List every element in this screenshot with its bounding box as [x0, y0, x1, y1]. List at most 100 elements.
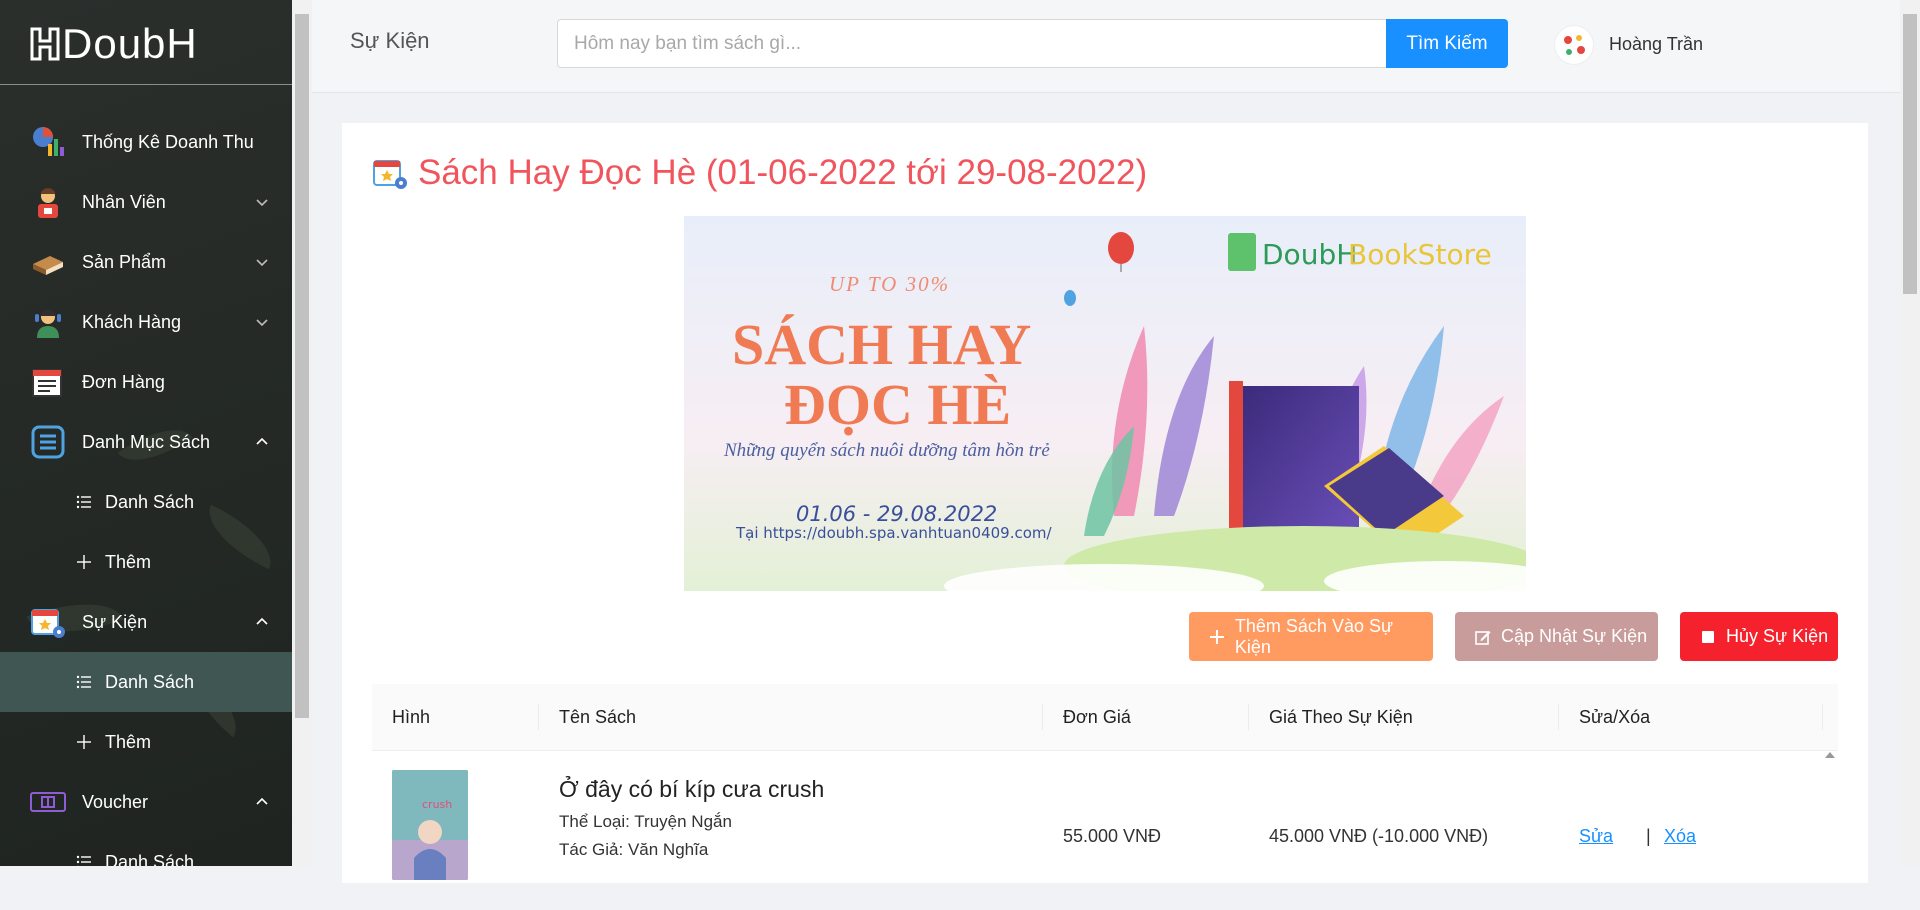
book-genre: Thể Loại: Truyện Ngắn: [559, 812, 732, 832]
add-book-to-event-label: Thêm Sách Vào Sự Kiện: [1235, 616, 1433, 658]
calendar-event-icon: [372, 155, 408, 191]
column-divider: [1558, 704, 1559, 730]
sidebar-subitem-label: Danh Sách: [105, 672, 194, 693]
cancel-event-label: Hủy Sự Kiện: [1726, 626, 1828, 647]
customer-icon: [30, 304, 66, 340]
banner-store-name-b: BookStore: [1348, 238, 1492, 271]
logo-h-icon: [30, 25, 60, 63]
table-scroll-up-icon[interactable]: [1824, 750, 1836, 760]
link-separator: |: [1646, 826, 1651, 847]
user-avatar[interactable]: [1555, 26, 1593, 64]
banner-headline-2: ĐỌC HÈ: [784, 372, 1011, 437]
column-divider: [1042, 704, 1043, 730]
chevron-up-icon: [256, 616, 268, 628]
sidebar-item-label: Sự Kiện: [82, 612, 147, 633]
books-table-header: Hình Tên Sách Đơn Giá Giá Theo Sự Kiện S…: [372, 684, 1838, 751]
sidebar-subitem-label: Thêm: [105, 552, 151, 573]
plus-icon: [1209, 629, 1225, 645]
list-bullets-icon: [76, 854, 92, 866]
brand-logo[interactable]: DoubH: [30, 20, 198, 68]
sidebar-subitem-voucher-list[interactable]: Danh Sách: [0, 832, 292, 866]
sidebar: DoubH Thống Kê Doanh Thu Nhân Viên Sản P…: [0, 0, 292, 866]
event-title: Sách Hay Đọc Hè (01-06-2022 tới 29-08-20…: [418, 153, 1147, 193]
banner-url-line: Tại https://doubh.spa.vanhtuan0409.com/: [735, 524, 1053, 542]
main-scrollbar[interactable]: [1900, 0, 1920, 866]
column-header-price[interactable]: Đơn Giá: [1063, 684, 1131, 750]
sidebar-item-label: Sản Phẩm: [82, 252, 166, 273]
event-banner-image: DoubH BookStore UP TO 30% SÁCH HAY ĐỌC H…: [684, 216, 1526, 591]
sidebar-item-voucher[interactable]: Voucher: [0, 772, 292, 832]
voucher-icon: [30, 784, 66, 820]
cancel-event-button[interactable]: Hủy Sự Kiện: [1680, 612, 1838, 661]
books-icon: [30, 244, 66, 280]
column-divider: [1248, 704, 1249, 730]
employee-icon: [30, 184, 66, 220]
update-event-button[interactable]: Cập Nhật Sự Kiện: [1455, 612, 1658, 661]
update-event-label: Cập Nhật Sự Kiện: [1501, 626, 1647, 647]
column-header-edit-delete[interactable]: Sửa/Xóa: [1579, 684, 1650, 750]
edit-icon: [1475, 629, 1491, 645]
sidebar-item-label: Đơn Hàng: [82, 372, 165, 393]
banner-store-name-a: DoubH: [1262, 238, 1357, 271]
chevron-down-icon: [256, 256, 268, 268]
sidebar-item-book-categories[interactable]: Danh Mục Sách: [0, 412, 292, 472]
top-header: Sự Kiện Tìm Kiếm Hoàng Trần: [312, 0, 1900, 93]
sidebar-item-label: Thống Kê Doanh Thu: [82, 132, 254, 153]
sidebar-item-label: Nhân Viên: [82, 192, 166, 213]
chevron-up-icon: [256, 436, 268, 448]
chevron-up-icon: [256, 796, 268, 808]
list-icon: [30, 424, 66, 460]
orders-icon: [30, 364, 66, 400]
banner-headline-1: SÁCH HAY: [732, 312, 1031, 377]
search-button[interactable]: Tìm Kiếm: [1386, 19, 1508, 68]
sidebar-subitem-events-add[interactable]: Thêm: [0, 712, 292, 772]
event-detail-card: Sách Hay Đọc Hè (01-06-2022 tới 29-08-20…: [342, 123, 1868, 883]
sidebar-item-orders[interactable]: Đơn Hàng: [0, 352, 292, 412]
banner-promo: UP TO 30%: [829, 272, 950, 296]
book-cover-title: crush: [422, 798, 452, 811]
sidebar-item-customers[interactable]: Khách Hàng: [0, 292, 292, 352]
book-event-price: 45.000 VNĐ (-10.000 VNĐ): [1269, 826, 1488, 847]
search-input[interactable]: [557, 19, 1389, 68]
sidebar-subitem-events-list[interactable]: Danh Sách: [0, 652, 292, 712]
table-row: crush Ở đây có bí kíp cưa crush Thể Loại…: [372, 750, 1838, 910]
sidebar-subitem-label: Danh Sách: [105, 492, 194, 513]
stop-icon: [1700, 629, 1716, 645]
sidebar-item-employees[interactable]: Nhân Viên: [0, 172, 292, 232]
book-name: Ở đây có bí kíp cưa crush: [559, 776, 824, 803]
add-book-to-event-button[interactable]: Thêm Sách Vào Sự Kiện: [1189, 612, 1433, 661]
column-header-book-name[interactable]: Tên Sách: [559, 684, 636, 750]
sidebar-item-label: Voucher: [82, 792, 148, 813]
revenue-chart-icon: [30, 124, 66, 160]
plus-icon: [76, 554, 92, 570]
sidebar-scrollbar-thumb[interactable]: [295, 14, 309, 718]
book-cover-image: crush: [392, 770, 468, 880]
chevron-down-icon: [256, 196, 268, 208]
sidebar-scrollbar[interactable]: [292, 0, 312, 866]
sidebar-item-revenue[interactable]: Thống Kê Doanh Thu: [0, 112, 292, 172]
sidebar-item-products[interactable]: Sản Phẩm: [0, 232, 292, 292]
sidebar-item-label: Khách Hàng: [82, 312, 181, 333]
user-name[interactable]: Hoàng Trần: [1609, 34, 1703, 55]
book-author: Tác Giả: Văn Nghĩa: [559, 840, 708, 860]
banner-tagline: Những quyển sách nuôi dưỡng tâm hồn trẻ: [723, 440, 1050, 461]
sidebar-subitem-categories-add[interactable]: Thêm: [0, 532, 292, 592]
chevron-down-icon: [256, 316, 268, 328]
column-header-image[interactable]: Hình: [392, 684, 430, 750]
column-header-event-price[interactable]: Giá Theo Sự Kiện: [1269, 684, 1413, 750]
edit-link[interactable]: Sửa: [1579, 826, 1613, 847]
calendar-event-icon: [30, 604, 66, 640]
sidebar-subitem-label: Danh Sách: [105, 852, 194, 867]
delete-link[interactable]: Xóa: [1664, 826, 1696, 847]
page-heading: Sự Kiện: [350, 28, 430, 54]
banner-dates: 01.06 - 29.08.2022: [796, 502, 997, 526]
list-bullets-icon: [76, 494, 92, 510]
sidebar-subitem-categories-list[interactable]: Danh Sách: [0, 472, 292, 532]
sidebar-item-events[interactable]: Sự Kiện: [0, 592, 292, 652]
main-scrollbar-thumb[interactable]: [1903, 14, 1917, 294]
column-divider: [538, 704, 539, 730]
book-price: 55.000 VNĐ: [1063, 826, 1161, 847]
sidebar-divider: [0, 84, 292, 85]
event-title-row: Sách Hay Đọc Hè (01-06-2022 tới 29-08-20…: [372, 153, 1147, 193]
column-divider: [1822, 704, 1823, 730]
